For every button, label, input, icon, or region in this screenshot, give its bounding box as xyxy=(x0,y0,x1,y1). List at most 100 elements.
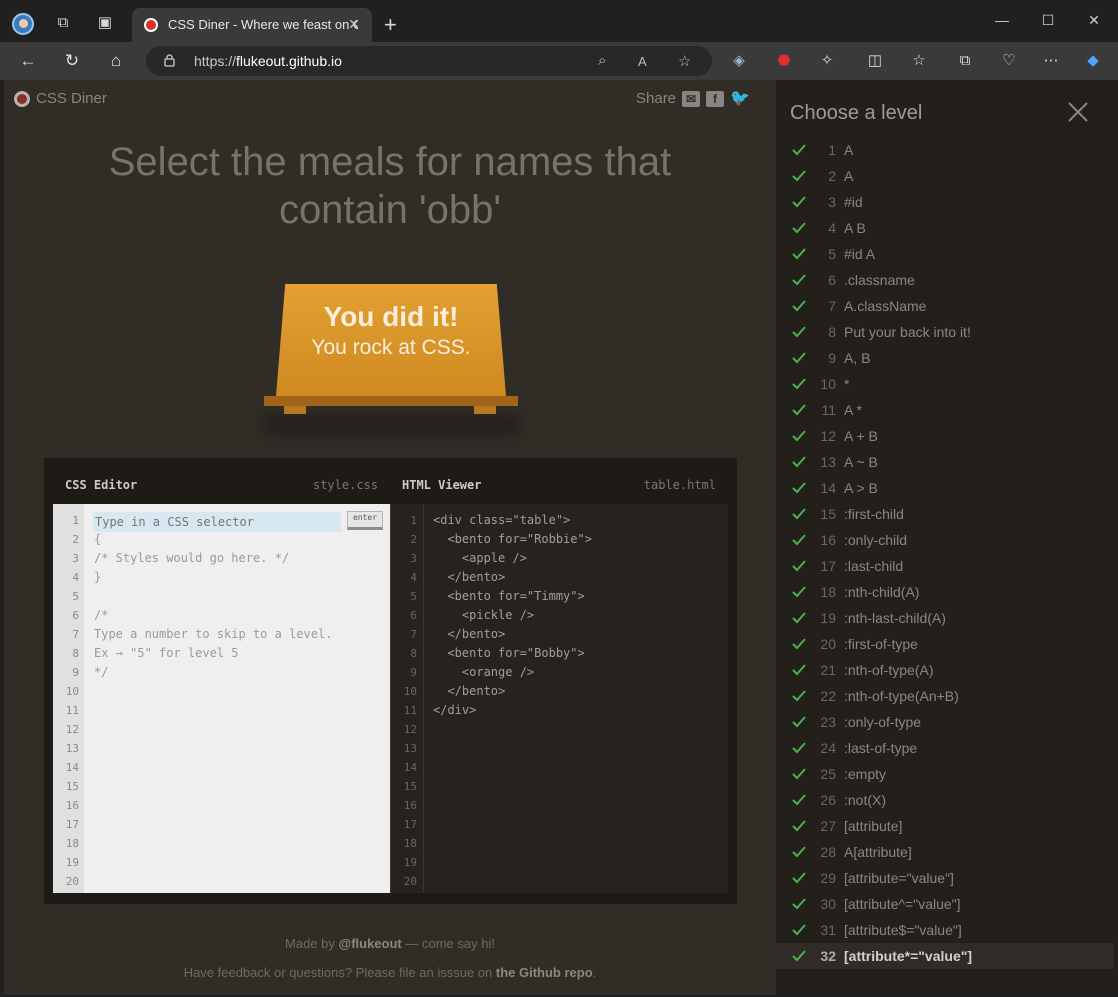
level-item-29[interactable]: 29 [attribute="value"] xyxy=(776,865,1114,891)
vertical-tabs-icon[interactable]: ▣ xyxy=(96,14,114,32)
level-item-23[interactable]: 23:only-of-type xyxy=(776,709,1114,735)
favorites-icon[interactable]: ☆ xyxy=(910,52,928,70)
html-code-line[interactable]: <orange /> xyxy=(433,665,534,679)
checkmark-icon xyxy=(792,716,806,728)
refresh-button[interactable]: ↻ xyxy=(62,51,82,71)
shield-extension-icon[interactable]: ◈ xyxy=(730,52,748,70)
level-item-6[interactable]: 6 .classname xyxy=(776,267,1114,293)
workspaces-icon[interactable]: ⧉ xyxy=(54,14,72,32)
profile-avatar[interactable] xyxy=(12,13,34,35)
checkmark-icon xyxy=(792,612,806,624)
level-item-14[interactable]: 14 A > B xyxy=(776,475,1114,501)
level-name: :only-child xyxy=(844,532,908,548)
github-repo-link[interactable]: the Github repo xyxy=(496,965,593,980)
browser-essentials-icon[interactable]: ♡ xyxy=(1000,52,1018,70)
twitter-icon[interactable]: 🐦 xyxy=(730,90,750,107)
email-icon[interactable]: ✉ xyxy=(682,90,701,107)
level-item-10[interactable]: 10 * xyxy=(776,371,1114,397)
level-item-25[interactable]: 25:empty xyxy=(776,761,1114,787)
level-item-13[interactable]: 13 A ~ B xyxy=(776,449,1114,475)
html-file-name: table.html xyxy=(643,478,716,492)
level-name: :nth-last-child(A) xyxy=(844,610,946,626)
css-code-line: Ex → "5" for level 5 xyxy=(94,646,239,660)
facebook-icon[interactable]: f xyxy=(706,90,725,107)
level-number: 21 xyxy=(820,662,836,678)
level-item-21[interactable]: 21:nth-of-type(A) xyxy=(776,657,1114,683)
footer-say-hi: — come say hi! xyxy=(401,936,495,951)
level-item-18[interactable]: 18:nth-child(A) xyxy=(776,579,1114,605)
level-number: 27 xyxy=(820,818,836,834)
html-code-line[interactable]: </bento> xyxy=(433,570,505,584)
adblock-extension-icon[interactable]: ⬣ xyxy=(775,52,793,70)
html-line-number: 18 xyxy=(403,837,417,850)
minimize-button[interactable]: — xyxy=(992,12,1012,28)
html-code-line[interactable]: <pickle /> xyxy=(433,608,534,622)
table-shadow xyxy=(262,414,520,436)
level-item-2[interactable]: 2A xyxy=(776,163,1114,189)
css-line-number: 6 xyxy=(72,609,79,622)
home-button[interactable]: ⌂ xyxy=(106,51,126,71)
window-close-button[interactable]: ✕ xyxy=(1084,12,1104,29)
more-menu-icon[interactable]: ⋯ xyxy=(1042,52,1060,70)
level-item-31[interactable]: 31 [attribute$="value"] xyxy=(776,917,1114,943)
html-code-line[interactable]: <bento for="Timmy"> xyxy=(433,589,584,603)
browser-tab-active[interactable]: CSS Diner - Where we feast on C ✕ xyxy=(132,8,372,42)
level-item-22[interactable]: 22:nth-of-type(An+B) xyxy=(776,683,1114,709)
level-item-20[interactable]: 20:first-of-type xyxy=(776,631,1114,657)
level-item-5[interactable]: 5 #id A xyxy=(776,241,1114,267)
level-item-9[interactable]: 9 A, B xyxy=(776,345,1114,371)
level-item-30[interactable]: 30 [attribute^="value"] xyxy=(776,891,1114,917)
level-item-27[interactable]: 27 [attribute] xyxy=(776,813,1114,839)
extensions-icon[interactable]: ✧ xyxy=(818,52,836,70)
level-item-16[interactable]: 16:only-child xyxy=(776,527,1114,553)
checkmark-icon xyxy=(792,300,806,312)
tab-close-icon[interactable]: ✕ xyxy=(348,16,360,33)
html-code-line[interactable]: </div> xyxy=(433,703,476,717)
back-button[interactable]: ← xyxy=(18,51,38,71)
logo-icon xyxy=(14,90,30,107)
level-number: 2 xyxy=(828,168,836,184)
zoom-icon[interactable]: ⌕ xyxy=(598,52,606,69)
html-code-line[interactable]: <div class="table"> xyxy=(433,513,570,527)
level-item-24[interactable]: 24:last-of-type xyxy=(776,735,1114,761)
level-item-11[interactable]: 11 A * xyxy=(776,397,1114,423)
table-leg-right xyxy=(474,406,496,414)
html-code-line[interactable]: </bento> xyxy=(433,627,505,641)
maximize-button[interactable]: ☐ xyxy=(1038,12,1058,29)
level-item-17[interactable]: 17:last-child xyxy=(776,553,1114,579)
favorite-star-icon[interactable]: ☆ xyxy=(678,52,691,70)
html-line-number: 1 xyxy=(410,514,417,527)
new-tab-button[interactable]: + xyxy=(384,12,397,38)
level-name: :first-of-type xyxy=(844,636,918,652)
enter-button[interactable]: enter xyxy=(347,511,383,530)
level-item-12[interactable]: 12 A + B xyxy=(776,423,1114,449)
address-input[interactable]: https://flukeout.github.io ⌕ A ☆ xyxy=(146,46,712,76)
level-item-1[interactable]: 1A xyxy=(776,137,1114,163)
level-name: A xyxy=(844,142,854,158)
html-code-line[interactable]: </bento> xyxy=(433,684,505,698)
level-item-32[interactable]: 32 [attribute*="value"] xyxy=(776,943,1114,969)
level-item-3[interactable]: 3 #id xyxy=(776,189,1114,215)
split-screen-icon[interactable]: ◫ xyxy=(866,52,884,70)
level-item-4[interactable]: 4 A B xyxy=(776,215,1114,241)
level-number: 32 xyxy=(820,948,836,964)
level-item-8[interactable]: 8 Put your back into it! xyxy=(776,319,1114,345)
logo[interactable]: CSS Diner xyxy=(14,90,107,107)
html-code-line[interactable]: <bento for="Robbie"> xyxy=(433,532,592,546)
level-item-19[interactable]: 19:nth-last-child(A) xyxy=(776,605,1114,631)
footer-feedback-end: . xyxy=(592,965,597,980)
html-code-line[interactable]: <bento for="Bobby"> xyxy=(433,646,584,660)
level-item-26[interactable]: 26:not(X) xyxy=(776,787,1114,813)
collections-icon[interactable]: ⧉ xyxy=(956,52,974,70)
copilot-icon[interactable]: ◆ xyxy=(1084,52,1102,70)
footer-author-link[interactable]: @flukeout xyxy=(339,936,402,951)
level-item-28[interactable]: 28 A[attribute] xyxy=(776,839,1114,865)
read-aloud-icon[interactable]: A xyxy=(638,54,647,69)
checkmark-icon xyxy=(792,456,806,468)
level-item-7[interactable]: 7 A.className xyxy=(776,293,1114,319)
css-selector-input[interactable] xyxy=(93,512,341,532)
html-code-line[interactable]: <apple /> xyxy=(433,551,527,565)
html-viewer-header: HTML Viewer table.html xyxy=(390,466,728,504)
close-icon[interactable] xyxy=(1066,100,1090,124)
level-item-15[interactable]: 15:first-child xyxy=(776,501,1114,527)
